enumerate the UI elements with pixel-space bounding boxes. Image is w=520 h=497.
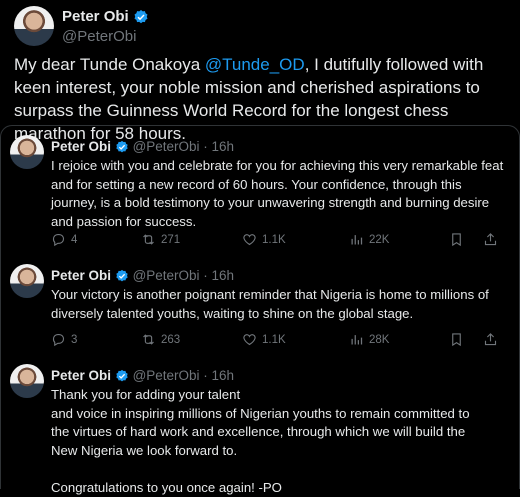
reply-text: Your victory is another poignant reminde… xyxy=(51,286,506,323)
author-handle-time[interactable]: @PeterObi · 16h xyxy=(133,368,235,383)
author-name-text[interactable]: Peter Obi xyxy=(62,8,129,25)
reply-text-line: New Nigeria we look forward to. xyxy=(51,442,506,461)
verified-badge-icon xyxy=(115,140,129,154)
mention-link[interactable]: @Tunde_OD xyxy=(205,55,305,74)
blank-line xyxy=(51,460,506,479)
reply-text-line: and voice in inspiring millions of Niger… xyxy=(51,405,506,424)
tweet-text-part: My dear Tunde Onakoya xyxy=(14,55,205,74)
action-bar: 4 271 1.1K 22K xyxy=(51,232,506,250)
view-count: 22K xyxy=(369,234,389,246)
verified-badge-icon xyxy=(115,369,129,383)
avatar[interactable] xyxy=(10,135,44,169)
share-button[interactable] xyxy=(483,232,498,247)
reply-header: Peter Obi @PeterObi · 16h xyxy=(51,268,234,283)
reply-icon xyxy=(51,232,66,247)
like-count: 1.1K xyxy=(262,334,286,346)
reply-button[interactable]: 4 xyxy=(51,232,77,247)
views-icon xyxy=(349,232,364,247)
author-handle-time[interactable]: @PeterObi · 16h xyxy=(133,268,235,283)
like-button[interactable]: 1.1K xyxy=(242,332,286,347)
like-icon xyxy=(242,232,257,247)
avatar[interactable] xyxy=(14,6,54,46)
repost-icon xyxy=(141,332,156,347)
reply-count: 4 xyxy=(71,234,77,246)
reply-button[interactable]: 3 xyxy=(51,332,77,347)
share-icon xyxy=(483,332,498,347)
bookmark-button[interactable] xyxy=(449,332,464,347)
share-icon xyxy=(483,232,498,247)
avatar[interactable] xyxy=(10,264,44,298)
reply-header: Peter Obi @PeterObi · 16h xyxy=(51,368,234,383)
bookmark-icon xyxy=(449,332,464,347)
verified-badge-icon xyxy=(115,269,129,283)
like-count: 1.1K xyxy=(262,234,286,246)
author-handle[interactable]: @PeterObi xyxy=(62,28,136,45)
reply-text: Thank you for adding your talent and voi… xyxy=(51,386,506,497)
author-name[interactable]: Peter Obi xyxy=(51,139,111,154)
repost-count: 263 xyxy=(161,334,180,346)
like-icon xyxy=(242,332,257,347)
reply-count: 3 xyxy=(71,334,77,346)
repost-count: 271 xyxy=(161,234,180,246)
repost-button[interactable]: 263 xyxy=(141,332,180,347)
views-button[interactable]: 22K xyxy=(349,232,389,247)
reply-text-line: Thank you for adding your talent xyxy=(51,386,506,405)
action-bar: 3 263 1.1K 28K xyxy=(51,332,506,350)
view-count: 28K xyxy=(369,334,389,346)
repost-button[interactable]: 271 xyxy=(141,232,180,247)
verified-badge-icon xyxy=(133,9,149,25)
author-handle-time[interactable]: @PeterObi · 16h xyxy=(133,139,235,154)
views-icon xyxy=(349,332,364,347)
bookmark-button[interactable] xyxy=(449,232,464,247)
views-button[interactable]: 28K xyxy=(349,332,389,347)
avatar[interactable] xyxy=(10,364,44,398)
author-name[interactable]: Peter Obi xyxy=(62,8,149,25)
replies-container: Peter Obi @PeterObi · 16h I rejoice with… xyxy=(0,125,520,489)
share-button[interactable] xyxy=(483,332,498,347)
reply-text-line: the virtues of hard work and excellence,… xyxy=(51,423,506,442)
repost-icon xyxy=(141,232,156,247)
reply-icon xyxy=(51,332,66,347)
author-name[interactable]: Peter Obi xyxy=(51,368,111,383)
bookmark-icon xyxy=(449,232,464,247)
author-name[interactable]: Peter Obi xyxy=(51,268,111,283)
reply-header: Peter Obi @PeterObi · 16h xyxy=(51,139,234,154)
reply-text: I rejoice with you and celebrate for you… xyxy=(51,157,506,231)
like-button[interactable]: 1.1K xyxy=(242,232,286,247)
